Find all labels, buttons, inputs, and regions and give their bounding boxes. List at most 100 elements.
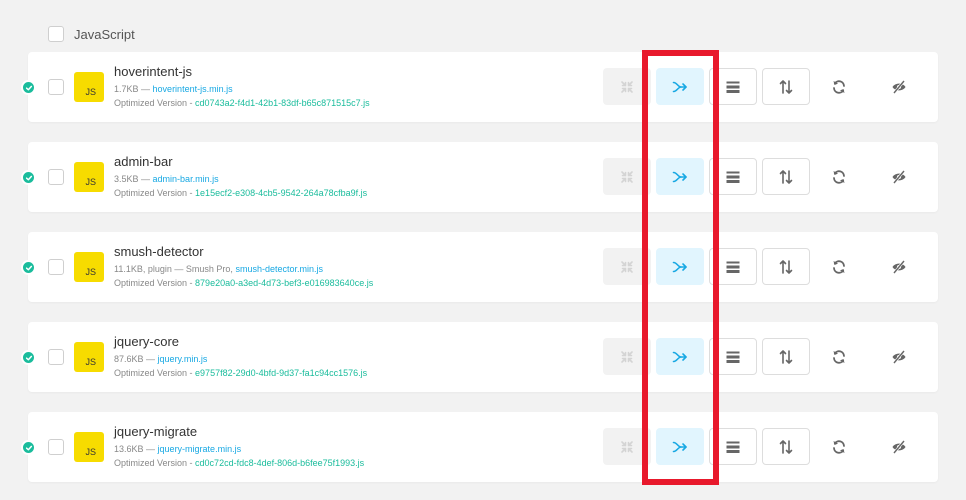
optimized-version: Optimized Version - e9757f82-29d0-4bfd-9… <box>114 368 368 378</box>
row-checkbox[interactable] <box>48 259 64 275</box>
combine-icon <box>672 79 688 95</box>
exclude-button[interactable] <box>875 248 923 285</box>
asset-row: JS admin-bar 3.5KB — admin-bar.min.js Op… <box>21 142 938 212</box>
optimized-file[interactable]: 1e15ecf2-e308-4cb5-9542-264a78cfba9f.js <box>195 188 367 198</box>
footer-button[interactable] <box>709 248 757 285</box>
asset-name: jquery-core <box>114 334 180 349</box>
asset-meta: 3.5KB — admin-bar.min.js <box>114 174 219 184</box>
footer-icon <box>725 169 741 185</box>
asset-row: JS smush-detector 11.1KB, plugin — Smush… <box>21 232 938 302</box>
combine-button[interactable] <box>656 248 704 285</box>
compress-icon <box>619 259 635 275</box>
asset-name: admin-bar <box>114 154 173 169</box>
exclude-icon <box>891 79 907 95</box>
exclude-button[interactable] <box>875 428 923 465</box>
combine-icon <box>672 259 688 275</box>
asset-row: JS jquery-migrate 13.6KB — jquery-migrat… <box>21 412 938 482</box>
footer-button[interactable] <box>709 338 757 375</box>
defer-icon <box>778 349 794 365</box>
footer-icon <box>725 439 741 455</box>
inline-button[interactable] <box>815 68 863 105</box>
file-link[interactable]: jquery.min.js <box>158 354 208 364</box>
combine-button[interactable] <box>656 428 704 465</box>
footer-icon <box>725 79 741 95</box>
optimized-file[interactable]: cd0c72cd-fdc8-4def-806d-b6fee75f1993.js <box>195 458 364 468</box>
exclude-icon <box>891 349 907 365</box>
compress-button[interactable] <box>603 158 651 195</box>
combine-button[interactable] <box>656 68 704 105</box>
row-checkbox[interactable] <box>48 349 64 365</box>
exclude-button[interactable] <box>875 68 923 105</box>
asset-meta: 11.1KB, plugin — Smush Pro, smush-detect… <box>114 264 323 274</box>
inline-button[interactable] <box>815 158 863 195</box>
inline-icon <box>831 349 847 365</box>
compress-icon <box>619 439 635 455</box>
combine-icon <box>672 169 688 185</box>
inline-button[interactable] <box>815 338 863 375</box>
combine-button[interactable] <box>656 158 704 195</box>
defer-icon <box>778 439 794 455</box>
optimized-version: Optimized Version - cd0743a2-f4d1-42b1-8… <box>114 98 370 108</box>
exclude-icon <box>891 439 907 455</box>
exclude-icon <box>891 259 907 275</box>
footer-button[interactable] <box>709 158 757 195</box>
asset-name: smush-detector <box>114 244 204 259</box>
inline-icon <box>831 259 847 275</box>
inline-icon <box>831 169 847 185</box>
compress-button[interactable] <box>603 428 651 465</box>
section-title: JavaScript <box>74 26 135 42</box>
defer-button[interactable] <box>762 158 810 195</box>
js-file-icon: JS <box>74 342 104 372</box>
check-icon <box>21 170 36 185</box>
inline-icon <box>831 439 847 455</box>
combine-icon <box>672 349 688 365</box>
file-link[interactable]: jquery-migrate.min.js <box>158 444 242 454</box>
file-link[interactable]: admin-bar.min.js <box>153 174 219 184</box>
compress-button[interactable] <box>603 248 651 285</box>
defer-icon <box>778 79 794 95</box>
row-checkbox[interactable] <box>48 169 64 185</box>
footer-icon <box>725 259 741 275</box>
combine-icon <box>672 439 688 455</box>
defer-button[interactable] <box>762 338 810 375</box>
js-file-icon: JS <box>74 252 104 282</box>
check-icon <box>21 260 36 275</box>
defer-button[interactable] <box>762 248 810 285</box>
defer-button[interactable] <box>762 68 810 105</box>
optimized-file[interactable]: cd0743a2-f4d1-42b1-83df-b65c871515c7.js <box>195 98 370 108</box>
asset-row: JS jquery-core 87.6KB — jquery.min.js Op… <box>21 322 938 392</box>
optimized-version: Optimized Version - 879e20a0-a3ed-4d73-b… <box>114 278 374 288</box>
check-icon <box>21 350 36 365</box>
compress-button[interactable] <box>603 338 651 375</box>
compress-icon <box>619 169 635 185</box>
file-link[interactable]: smush-detector.min.js <box>235 264 323 274</box>
combine-button[interactable] <box>656 338 704 375</box>
inline-button[interactable] <box>815 428 863 465</box>
footer-button[interactable] <box>709 428 757 465</box>
defer-icon <box>778 169 794 185</box>
optimized-file[interactable]: e9757f82-29d0-4bfd-9d37-fa1c94cc1576.js <box>195 368 367 378</box>
optimized-version: Optimized Version - cd0c72cd-fdc8-4def-8… <box>114 458 365 468</box>
defer-icon <box>778 259 794 275</box>
exclude-button[interactable] <box>875 338 923 375</box>
compress-icon <box>619 79 635 95</box>
asset-name: hoverintent-js <box>114 64 193 79</box>
js-file-icon: JS <box>74 432 104 462</box>
js-file-icon: JS <box>74 162 104 192</box>
exclude-button[interactable] <box>875 158 923 195</box>
footer-button[interactable] <box>709 68 757 105</box>
inline-button[interactable] <box>815 248 863 285</box>
footer-icon <box>725 349 741 365</box>
defer-button[interactable] <box>762 428 810 465</box>
optimized-version: Optimized Version - 1e15ecf2-e308-4cb5-9… <box>114 188 368 198</box>
select-all-checkbox[interactable] <box>48 26 64 42</box>
js-file-icon: JS <box>74 72 104 102</box>
compress-button[interactable] <box>603 68 651 105</box>
file-link[interactable]: hoverintent-js.min.js <box>153 84 233 94</box>
row-checkbox[interactable] <box>48 79 64 95</box>
asset-name: jquery-migrate <box>114 424 198 439</box>
compress-icon <box>619 349 635 365</box>
row-checkbox[interactable] <box>48 439 64 455</box>
optimized-file[interactable]: 879e20a0-a3ed-4d73-bef3-e016983640ce.js <box>195 278 373 288</box>
asset-meta: 13.6KB — jquery-migrate.min.js <box>114 444 242 454</box>
